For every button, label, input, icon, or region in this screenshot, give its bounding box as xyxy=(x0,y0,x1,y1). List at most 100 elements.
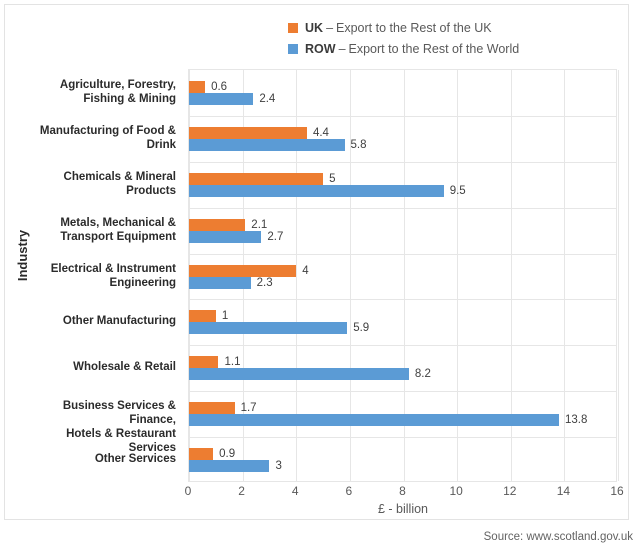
bar-groups: 0.6 2.4 4.4 5.8 5 9.5 2.1 2.7 4 2.3 1 5.9 1.1 8.2 1.7 1… xyxy=(189,70,616,481)
bar-row[interactable] xyxy=(189,460,270,473)
legend-description-uk: Export to the Rest of the UK xyxy=(336,20,492,35)
x-axis-tick: 12 xyxy=(503,484,517,498)
y-axis-category-label: Other Manufacturing xyxy=(62,315,176,328)
bar-group-item: 2.3 xyxy=(189,276,273,289)
bar-group-item: 2.7 xyxy=(189,230,284,243)
bar-row[interactable] xyxy=(189,92,254,105)
bar-row[interactable] xyxy=(189,138,345,151)
bar-value-label: 4.4 xyxy=(312,126,329,139)
y-axis-category-label: Business Services & Finance, Hotels & Res… xyxy=(62,400,176,455)
legend-item-uk[interactable]: UK – Export to the Rest of the UK xyxy=(288,17,618,38)
x-axis-tick: 8 xyxy=(399,484,406,498)
bar-group-item: 5.9 xyxy=(189,322,370,335)
bar-group-item: 13.8 xyxy=(189,414,588,427)
bar-value-label: 5.9 xyxy=(353,322,370,335)
bar-uk[interactable] xyxy=(189,448,214,461)
bar-row[interactable] xyxy=(189,368,409,381)
bar-group-item: 2.4 xyxy=(189,92,276,105)
bar-row[interactable] xyxy=(189,230,262,243)
bar-value-label: 1 xyxy=(221,310,229,323)
bar-group-item: 9.5 xyxy=(189,184,466,197)
bar-value-label: 1.7 xyxy=(240,402,257,415)
bar-group-item: 1.7 xyxy=(189,402,257,415)
source-note: Source: www.scotland.gov.uk xyxy=(483,531,633,543)
bar-uk[interactable] xyxy=(189,218,246,231)
chart-legend: UK – Export to the Rest of the UK ROW – … xyxy=(288,17,618,59)
legend-description-row: Export to the Rest of the World xyxy=(348,41,520,56)
legend-dash-row: – xyxy=(338,41,346,56)
bar-uk[interactable] xyxy=(189,172,324,185)
bar-value-label: 4 xyxy=(302,264,309,277)
legend-item-row[interactable]: ROW – Export to the Rest of the World xyxy=(288,38,618,59)
bar-row[interactable] xyxy=(189,414,559,427)
bar-group-item: 0.9 xyxy=(189,448,236,461)
y-axis-category-label: Other Services xyxy=(94,453,176,466)
category-separator xyxy=(189,116,616,117)
bar-value-label: 2.1 xyxy=(251,218,268,231)
category-separator xyxy=(189,254,616,255)
bar-row[interactable] xyxy=(189,322,348,335)
bar-group-item: 4.4 xyxy=(189,126,329,139)
bar-uk[interactable] xyxy=(189,126,307,139)
x-axis-tick: 10 xyxy=(449,484,463,498)
bar-uk[interactable] xyxy=(189,264,297,277)
bar-value-label: 1.1 xyxy=(224,356,241,369)
legend-swatch-uk-icon xyxy=(288,22,298,33)
bar-group-item: 8.2 xyxy=(189,368,431,381)
y-axis-category-label: Chemicals & Mineral Products xyxy=(63,170,176,197)
bar-group-item: 4 xyxy=(189,264,309,277)
bar-value-label: 5 xyxy=(329,172,336,185)
bar-value-label: 3 xyxy=(275,460,282,473)
y-axis-title-text: Industry xyxy=(15,229,31,281)
plot-area: 0.6 2.4 4.4 5.8 5 9.5 2.1 2.7 4 2.3 1 5.9 1.1 8.2 1.7 1… xyxy=(188,69,619,482)
chart-container: UK – Export to the Rest of the UK ROW – … xyxy=(4,4,633,543)
x-axis-tick: 4 xyxy=(291,484,299,498)
x-axis-tick: 16 xyxy=(610,484,624,498)
x-axis-tick: 2 xyxy=(238,484,245,498)
y-axis-category-label: Agriculture, Forestry, Fishing & Mining xyxy=(59,78,176,105)
bar-value-label: 0.6 xyxy=(211,80,228,93)
y-axis-title: Industry xyxy=(12,195,34,315)
bar-group-item: 5.8 xyxy=(189,138,367,151)
x-axis-tick: 14 xyxy=(556,484,571,498)
legend-swatch-row-icon xyxy=(288,43,298,54)
category-separator xyxy=(189,345,616,346)
legend-key-uk: UK xyxy=(305,20,324,35)
category-separator xyxy=(189,437,616,438)
y-axis-category-label: Metals, Mechanical & Transport Equipment xyxy=(60,216,176,243)
x-axis-tick: 0 xyxy=(184,484,192,498)
bar-uk[interactable] xyxy=(189,310,216,323)
bar-group-item: 2.1 xyxy=(189,218,268,231)
legend-key-row: ROW xyxy=(305,41,336,56)
bar-value-label: 2.3 xyxy=(256,276,273,289)
category-separator xyxy=(189,299,616,300)
x-axis-title: £ - billion xyxy=(377,502,429,516)
bar-uk[interactable] xyxy=(189,402,235,415)
category-separator xyxy=(189,162,616,163)
bar-value-label: 13.8 xyxy=(565,414,588,427)
bar-value-label: 0.9 xyxy=(219,448,236,461)
category-separator xyxy=(189,208,616,209)
bar-row[interactable] xyxy=(189,276,251,289)
bar-uk[interactable] xyxy=(189,356,219,369)
bar-value-label: 9.5 xyxy=(449,184,466,197)
legend-dash-uk: – xyxy=(326,20,334,35)
bar-value-label: 2.4 xyxy=(259,92,276,105)
y-axis-category-labels: Agriculture, Forestry, Fishing & Mining Ma… xyxy=(33,69,182,482)
x-axis-tick-labels: 0 2 4 6 8 10 12 14 16 xyxy=(185,484,624,502)
bar-row[interactable] xyxy=(189,184,444,197)
bar-value-label: 5.8 xyxy=(350,138,367,151)
category-separator xyxy=(189,391,616,392)
bar-group-item: 3 xyxy=(189,460,282,473)
bar-group-item: 1.1 xyxy=(189,356,241,369)
bar-value-label: 8.2 xyxy=(414,368,431,381)
y-axis-category-label: Wholesale & Retail xyxy=(73,361,176,374)
bar-group-item: 5 xyxy=(189,172,336,185)
gridline xyxy=(618,70,619,481)
bar-uk[interactable] xyxy=(189,80,206,93)
y-axis-category-label: Manufacturing of Food & Drink xyxy=(39,124,176,151)
y-axis-category-label: Electrical & Instrument Engineering xyxy=(50,262,176,289)
x-axis-tick: 6 xyxy=(345,484,353,498)
bar-group-item: 1 xyxy=(189,310,229,323)
bar-value-label: 2.7 xyxy=(267,230,284,243)
